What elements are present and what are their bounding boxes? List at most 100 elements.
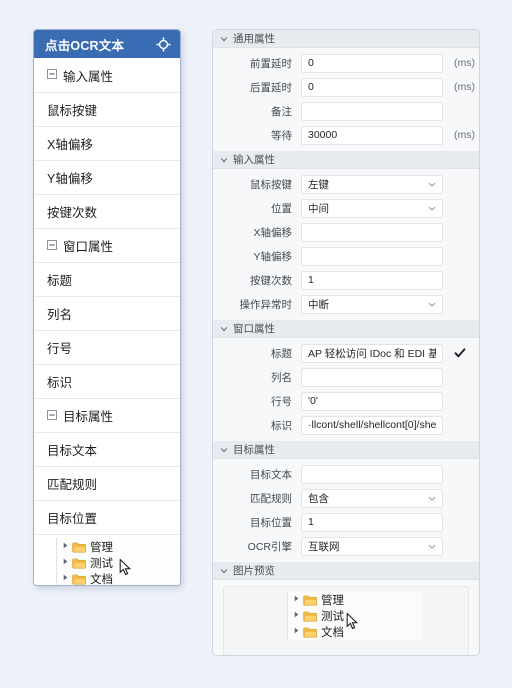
field-row: X轴偏移 [213,222,479,242]
field-row: 行号 '0' [213,391,479,411]
property-list-item-8[interactable]: 列名 [34,296,180,330]
select-field[interactable]: 左键 [301,174,443,194]
app-root: 点击OCR文本 输入属性 鼠标按键 X轴偏移 Y轴偏移 按键次数 窗口属性 标题 列名 行号 标识… [0,0,512,688]
field-value: 0 [308,81,314,93]
folder-icon [303,611,321,622]
minus-box-icon[interactable] [47,409,57,420]
expand-arrow-icon[interactable] [61,557,72,569]
input-field[interactable]: 30000 [301,125,443,145]
input-field[interactable] [301,222,443,242]
field-label: 位置 [271,202,292,215]
property-list-item-4[interactable]: Y轴偏移 [34,160,180,194]
folder-tree-preview: 管理 测试 文档 [56,538,180,585]
property-list-item-3[interactable]: X轴偏移 [34,126,180,160]
property-list-item-1[interactable]: 输入属性 [34,58,180,92]
section-3: 窗口属性标题 AP 轻松访问 IDoc 和 EDI 基础' 列名行号 '0' 标识 ·ll… [213,320,479,441]
expand-arrow-icon[interactable] [292,594,303,606]
input-field[interactable]: 1 [301,512,443,532]
folder-icon [72,558,90,569]
property-list-item-6[interactable]: 窗口属性 [34,228,180,262]
section-header[interactable]: 通用属性 [213,30,479,48]
property-list-item-label: 鼠标按键 [47,104,98,118]
input-field[interactable]: 0 [301,53,443,73]
section-4: 目标属性 目标文本 匹配规则 包含 目标位置 1 OCR引擎 互联网 [213,441,479,562]
property-list-item-9[interactable]: 行号 [34,330,180,364]
expand-arrow-icon[interactable] [61,541,72,553]
crosshair-icon[interactable] [156,36,171,52]
property-list-item-label: 目标位置 [47,512,98,526]
property-list-item-label: 标题 [47,274,73,288]
expand-arrow-icon[interactable] [292,626,303,638]
input-field[interactable]: AP 轻松访问 IDoc 和 EDI 基础' [301,343,443,363]
input-field[interactable] [301,246,443,266]
field-value: 0 [308,57,314,69]
field-unit-label: (ms) [454,57,475,69]
field-label: 列名 [271,371,292,384]
field-label: 按键次数 [250,274,292,287]
image-preview-box[interactable]: 管理 测试 文档 [223,586,469,655]
input-field[interactable] [301,367,443,387]
section-header[interactable]: 输入属性 [213,151,479,169]
expand-arrow-icon[interactable] [292,610,303,622]
field-label: 备注 [271,105,292,118]
input-field[interactable]: 0 [301,77,443,97]
field-label: X轴偏移 [253,226,292,239]
property-list-item-label: 行号 [47,342,73,356]
field-row: 等待 30000 (ms) [213,125,479,145]
property-list-item-7[interactable]: 标题 [34,262,180,296]
minus-box-icon[interactable] [47,239,57,250]
input-field[interactable] [301,101,443,121]
property-list-item-label: 列名 [47,308,73,322]
section-body: 目标文本 匹配规则 包含 目标位置 1 OCR引擎 互联网 [213,459,479,562]
select-field[interactable]: 中间 [301,198,443,218]
field-row: OCR引擎 互联网 [213,536,479,556]
section-header-image-preview[interactable]: 图片预览 [213,562,479,580]
property-list-item-5[interactable]: 按键次数 [34,194,180,228]
input-field[interactable]: ·llcont/shell/shellcont[0]/shell' [301,415,443,435]
folder-icon [72,542,90,553]
input-field[interactable] [301,464,443,484]
folder-icon [303,627,321,638]
section-header[interactable]: 窗口属性 [213,320,479,338]
property-list-item-label: 按键次数 [47,206,98,220]
field-row: 标题 AP 轻松访问 IDoc 和 EDI 基础' [213,343,479,363]
section-body: 鼠标按键 左键 位置 中间 X轴偏移 Y轴偏移 按键次数 1 操作异常时 中断 [213,169,479,320]
property-list-item-12[interactable]: 目标文本 [34,432,180,466]
image-preview-body: 管理 测试 文档 [213,580,479,655]
property-list-item-14[interactable]: 目标位置 [34,500,180,534]
section-header[interactable]: 目标属性 [213,441,479,459]
select-field[interactable]: 中断 [301,294,443,314]
field-label: 目标文本 [250,468,292,481]
select-field[interactable]: 互联网 [301,536,443,556]
property-list-item-10[interactable]: 标识 [34,364,180,398]
minus-box-icon[interactable] [47,69,57,79]
folder-label: 测试 [90,558,113,570]
section-title: 通用属性 [233,33,275,45]
property-list-item-label: 目标属性 [63,410,114,424]
input-field[interactable]: 1 [301,270,443,290]
field-value: 包含 [308,492,329,505]
section-title: 图片预览 [233,565,275,577]
folder-tree-item[interactable]: 管理 [288,592,423,608]
field-label: OCR引擎 [247,540,292,553]
expand-arrow-icon[interactable] [61,573,72,585]
folder-label: 管理 [90,542,113,554]
field-value: 1 [308,274,314,286]
section-image-preview: 图片预览 管理 测试 文档 [213,562,479,655]
select-field[interactable]: 包含 [301,488,443,508]
folder-tree-item[interactable]: 管理 [57,539,180,555]
property-list-item-2[interactable]: 鼠标按键 [34,92,180,126]
property-list-item-13[interactable]: 匹配规则 [34,466,180,500]
checkmark-icon[interactable] [443,347,466,359]
folder-label: 管理 [321,595,344,607]
field-label: 匹配规则 [250,492,292,505]
section-title: 窗口属性 [233,323,275,335]
chevron-down-icon [220,446,233,454]
input-field[interactable]: '0' [301,391,443,411]
property-list-item-11[interactable]: 目标属性 [34,398,180,432]
property-list-item-label: 输入属性 [63,69,114,84]
left-panel-image-preview: 管理 测试 文档 [34,534,180,585]
ocr-click-property-list-panel: 点击OCR文本 输入属性 鼠标按键 X轴偏移 Y轴偏移 按键次数 窗口属性 标题 列名 行号 标识… [33,29,181,586]
field-unit-label: (ms) [454,129,475,141]
property-list-item-label: 目标文本 [47,444,98,458]
